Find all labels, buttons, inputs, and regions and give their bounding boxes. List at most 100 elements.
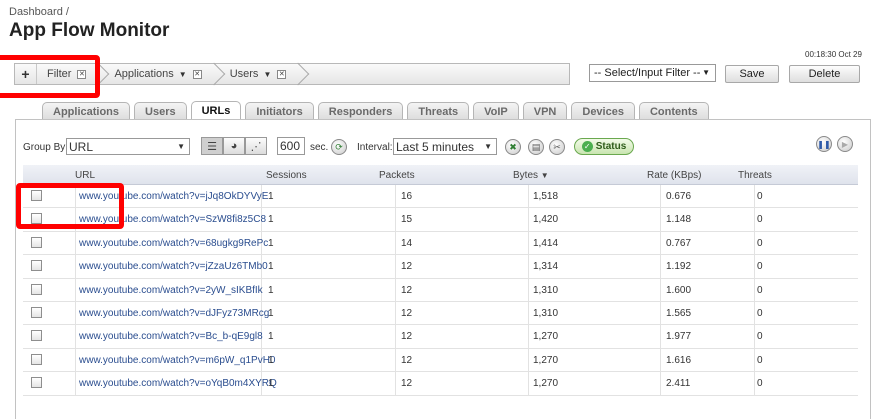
- dropdown-arrow-icon[interactable]: ▼: [263, 70, 271, 79]
- url-cell[interactable]: www.youtube.com/watch?v=jZzaUz6TMb0: [79, 261, 268, 272]
- tab-bar: Applications Users URLs Initiators Respo…: [42, 101, 709, 120]
- threats-cell: 0: [757, 214, 763, 226]
- packets-cell: 12: [401, 307, 413, 319]
- table-row[interactable]: www.youtube.com/watch?v=Bc_b-qE9gl8 1 12 1,…: [23, 325, 858, 349]
- rate-cell: 1.616: [666, 354, 692, 366]
- filter-select[interactable]: -- Select/Input Filter -- ▼: [589, 64, 716, 82]
- filter-segment-users[interactable]: Users ▼ ✕: [220, 64, 305, 84]
- sessions-cell: 1: [268, 307, 274, 319]
- dropdown-arrow-icon[interactable]: ▼: [179, 70, 187, 79]
- column-separator: [660, 255, 661, 278]
- sessions-cell: 1: [268, 261, 274, 273]
- url-cell[interactable]: www.youtube.com/watch?v=68ugkg9RePc: [79, 238, 268, 249]
- tab-voip[interactable]: VoIP: [473, 102, 519, 120]
- interval-label: Interval:: [357, 142, 393, 153]
- column-header-sessions[interactable]: Sessions: [266, 170, 307, 181]
- tab-contents[interactable]: Contents: [638, 102, 709, 120]
- column-separator: [660, 325, 661, 348]
- rate-cell: 1.148: [666, 214, 692, 226]
- column-header-packets[interactable]: Packets: [379, 170, 415, 181]
- page-title: App Flow Monitor: [9, 20, 170, 41]
- packets-cell: 12: [401, 354, 413, 366]
- tab-users[interactable]: Users: [134, 102, 187, 120]
- url-cell[interactable]: www.youtube.com/watch?v=dJFyz73MRcg: [79, 308, 269, 319]
- column-separator: [754, 255, 755, 278]
- tab-urls[interactable]: URLs: [190, 101, 242, 120]
- table-row[interactable]: www.youtube.com/watch?v=dJFyz73MRcg 1 12 1,…: [23, 301, 858, 326]
- tab-initiators[interactable]: Initiators: [245, 102, 314, 120]
- print-icon[interactable]: ▤: [528, 139, 544, 155]
- pie-chart-icon[interactable]: ◕: [223, 137, 245, 155]
- row-checkbox[interactable]: [31, 377, 42, 389]
- rate-cell: 1.192: [666, 261, 692, 273]
- packets-cell: 12: [401, 284, 413, 296]
- status-button[interactable]: ✓ Status: [574, 138, 634, 155]
- excel-export-icon[interactable]: ✖: [505, 139, 521, 155]
- column-header-rate[interactable]: Rate (KBps): [647, 170, 701, 181]
- close-icon[interactable]: ✕: [192, 69, 202, 79]
- row-checkbox[interactable]: [31, 236, 42, 248]
- column-separator: [754, 372, 755, 395]
- table-view-icon[interactable]: ☰: [201, 137, 223, 155]
- row-checkbox[interactable]: [31, 330, 42, 342]
- tab-applications[interactable]: Applications: [42, 102, 131, 120]
- column-header-bytes[interactable]: Bytes ▼: [513, 170, 549, 181]
- column-header-url[interactable]: URL: [75, 170, 95, 181]
- table-row[interactable]: www.youtube.com/watch?v=oYqB0m4XYRQ 1 12 1,…: [23, 372, 858, 396]
- packets-cell: 15: [401, 214, 413, 226]
- url-cell[interactable]: www.youtube.com/watch?v=oYqB0m4XYRQ: [79, 378, 277, 389]
- status-label: Status: [595, 141, 627, 152]
- url-cell[interactable]: www.youtube.com/watch?v=2yW_sIKBfIk: [79, 285, 263, 296]
- column-separator: [528, 325, 529, 348]
- graph-icon[interactable]: ⋰: [245, 137, 267, 155]
- sessions-cell: 1: [268, 378, 274, 390]
- column-separator: [395, 208, 396, 231]
- tools-icon[interactable]: ✂: [549, 139, 565, 155]
- delete-button[interactable]: Delete: [789, 65, 860, 83]
- bytes-cell: 1,270: [533, 331, 559, 343]
- breadcrumb[interactable]: Dashboard /: [9, 6, 69, 18]
- row-checkbox[interactable]: [31, 353, 42, 365]
- row-checkbox[interactable]: [31, 260, 42, 272]
- tab-vpn[interactable]: VPN: [522, 102, 568, 120]
- tab-responders[interactable]: Responders: [317, 102, 404, 120]
- table-row[interactable]: www.youtube.com/watch?v=SzW8fi8z5C8 1 15 1,…: [23, 208, 858, 232]
- row-checkbox[interactable]: [31, 306, 42, 318]
- checkmark-icon: ✓: [581, 141, 593, 152]
- row-checkbox[interactable]: [31, 283, 42, 295]
- table-row[interactable]: www.youtube.com/watch?v=jZzaUz6TMb0 1 12 1,…: [23, 255, 858, 279]
- column-header-threats[interactable]: Threats: [738, 170, 772, 181]
- table-header: URL Sessions Packets Bytes ▼ Rate (KBps)…: [23, 165, 858, 185]
- refresh-seconds-input[interactable]: 600: [277, 137, 305, 155]
- column-separator: [395, 348, 396, 372]
- urls-table: URL Sessions Packets Bytes ▼ Rate (KBps)…: [23, 165, 858, 396]
- sort-desc-icon: ▼: [540, 171, 549, 180]
- refresh-icon[interactable]: ⟳: [331, 139, 347, 155]
- close-icon[interactable]: ✕: [277, 69, 287, 79]
- groupby-select[interactable]: URL ▼: [66, 138, 190, 155]
- column-separator: [528, 185, 529, 208]
- url-cell[interactable]: www.youtube.com/watch?v=m6pW_q1PvH0: [79, 355, 275, 366]
- sessions-cell: 1: [268, 284, 274, 296]
- column-separator: [754, 231, 755, 255]
- table-row[interactable]: www.youtube.com/watch?v=m6pW_q1PvH0 1 12 1,…: [23, 348, 858, 373]
- table-row[interactable]: www.youtube.com/watch?v=2yW_sIKBfIk 1 12 1,…: [23, 278, 858, 302]
- save-button[interactable]: Save: [725, 65, 779, 83]
- url-cell[interactable]: www.youtube.com/watch?v=Bc_b-qE9gl8: [79, 331, 263, 342]
- filter-segment-applications[interactable]: Applications ▼ ✕: [104, 64, 219, 84]
- column-separator: [395, 325, 396, 348]
- column-separator: [528, 255, 529, 278]
- play-icon[interactable]: ▶: [837, 136, 853, 152]
- column-separator: [395, 278, 396, 301]
- packets-cell: 12: [401, 331, 413, 343]
- pause-icon[interactable]: ❚❚: [816, 136, 832, 152]
- column-separator: [75, 372, 76, 395]
- threats-cell: 0: [757, 354, 763, 366]
- filter-segment-label: Applications: [114, 68, 174, 80]
- table-row[interactable]: www.youtube.com/watch?v=68ugkg9RePc 1 14 1,…: [23, 231, 858, 256]
- tab-threats[interactable]: Threats: [407, 102, 470, 120]
- interval-select[interactable]: Last 5 minutes ▼: [393, 138, 497, 155]
- table-row[interactable]: www.youtube.com/watch?v=jJq8OkDYVyE 1 16 1,…: [23, 185, 858, 209]
- tab-devices[interactable]: Devices: [571, 102, 635, 120]
- threats-cell: 0: [757, 191, 763, 202]
